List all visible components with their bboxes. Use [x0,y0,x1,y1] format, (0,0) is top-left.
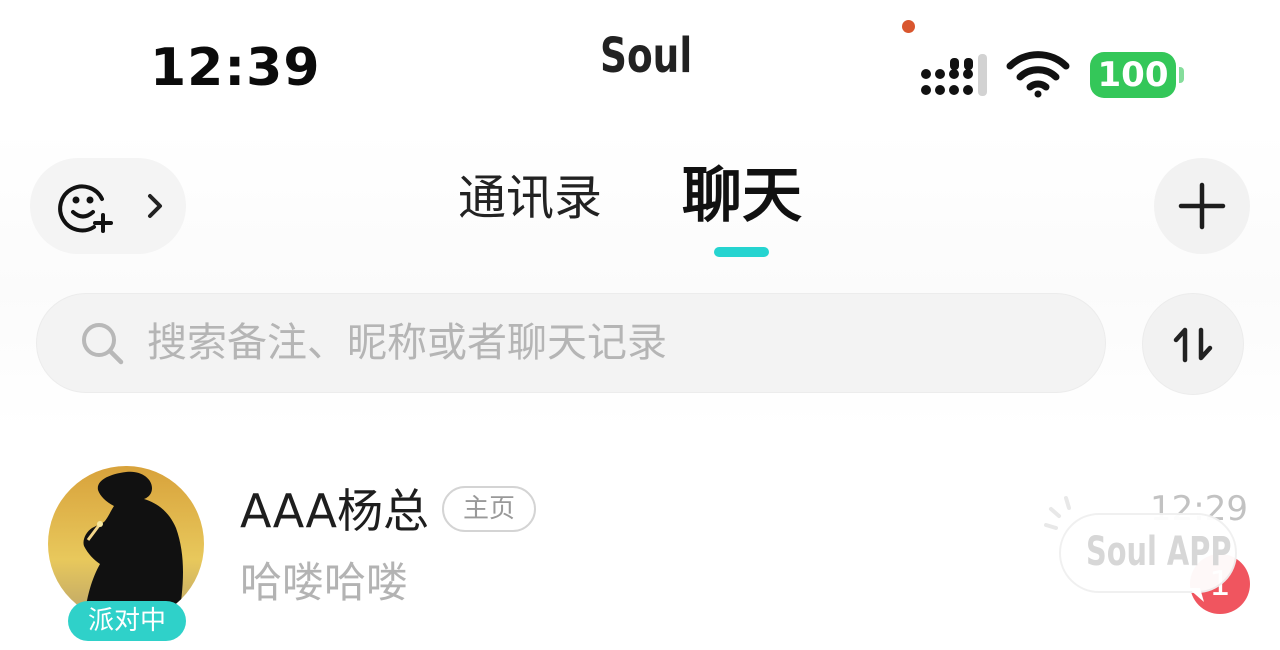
avatar-image [48,466,204,622]
status-app-title: Soul [600,28,693,84]
tab-contacts[interactable]: 通讯录 [458,174,602,222]
status-badge: 派对中 [68,601,186,641]
mood-button[interactable] [30,158,186,254]
sort-icon [1173,327,1213,363]
watermark-text: Soul APP [1086,529,1232,575]
contact-name: AAA杨总 [240,484,429,538]
status-time: 12:39 [150,38,321,98]
soul-chat-screen: 12:39 Soul 100 通讯录 聊天 搜索备注、昵称或者聊天记录 派对中 … [0,0,1280,650]
tab-chat[interactable]: 聊天 [682,166,802,226]
homepage-tag[interactable]: 主页 [442,486,536,532]
search-placeholder: 搜索备注、昵称或者聊天记录 [147,320,667,366]
add-button[interactable] [1154,158,1250,254]
wifi-icon [1006,51,1070,98]
mood-add-icon [58,184,113,233]
recording-indicator-icon [902,20,915,33]
chevron-right-icon [148,194,162,218]
plus-icon [1178,182,1226,230]
last-message-preview: 哈喽哈喽 [240,558,409,607]
search-icon [82,323,124,365]
avatar[interactable] [48,466,204,622]
battery-icon: 100 [1090,52,1176,98]
battery-tip [1179,67,1184,83]
search-input[interactable]: 搜索备注、昵称或者聊天记录 [36,293,1106,393]
active-tab-indicator [714,247,769,257]
sort-button[interactable] [1142,293,1244,395]
signal-icon [921,54,987,96]
